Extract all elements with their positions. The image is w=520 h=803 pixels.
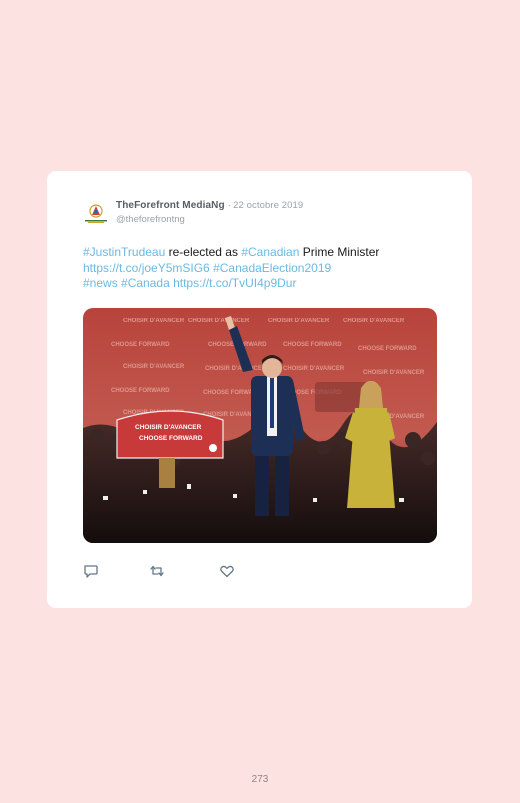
- page-number: 273: [251, 774, 269, 785]
- tweet-link[interactable]: https://t.co/joeY5mSIG6: [83, 261, 210, 275]
- backdrop-text: CHOISIR D'AVANCER: [205, 366, 267, 372]
- retweet-icon[interactable]: [149, 563, 165, 579]
- tweet-link[interactable]: #JustinTrudeau: [83, 245, 165, 259]
- separator-dot: ·: [227, 200, 232, 211]
- user-name-line: TheForefront MediaNg · 22 octobre 2019: [116, 200, 303, 211]
- podium-text-fr: CHOISIR D'AVANCER: [135, 424, 202, 431]
- user-handle[interactable]: @theforefrontng: [116, 214, 185, 225]
- tweet-line: #news #Canada https://t.co/TvUI4p9Dur: [83, 276, 443, 292]
- tweet-text: #JustinTrudeau re-elected as #Canadian P…: [83, 245, 443, 292]
- tweet-link[interactable]: #CanadaElection2019: [213, 261, 331, 275]
- tweet-date[interactable]: 22 octobre 2019: [233, 200, 303, 211]
- tweet-line: #JustinTrudeau re-elected as #Canadian P…: [83, 245, 443, 261]
- avatar[interactable]: [83, 202, 109, 224]
- backdrop-text: CHOISIR D'AVANCER: [268, 318, 330, 324]
- podium-text-en: CHOOSE FORWARD: [139, 435, 203, 442]
- reply-icon[interactable]: [83, 563, 99, 579]
- like-icon[interactable]: [219, 563, 235, 579]
- tweet-text-segment: Prime Minister: [299, 245, 380, 259]
- backdrop-text: CHOOSE FORWARD: [283, 342, 342, 348]
- backdrop-text: CHOISIR D'AVANCER: [123, 364, 185, 370]
- tweet-line: https://t.co/joeY5mSIG6 #CanadaElection2…: [83, 261, 443, 277]
- backdrop-text: CHOOSE FORWARD: [358, 346, 417, 352]
- tweet-link[interactable]: #Canada: [121, 276, 170, 290]
- backdrop-text: CHOISIR D'AVANCER: [343, 318, 405, 324]
- backdrop-text: CHOOSE FORWARD: [111, 388, 170, 394]
- tweet-link[interactable]: https://t.co/TvUI4p9Dur: [173, 276, 296, 290]
- backdrop-text: CHOISIR D'AVANCER: [363, 370, 425, 376]
- backdrop-text: CHOOSE FORWARD: [111, 342, 170, 348]
- tweet-link[interactable]: #news: [83, 276, 118, 290]
- backdrop-text: CHOISIR D'AVANCER: [283, 366, 345, 372]
- backdrop-text: CHOISIR D'AVANCER: [188, 318, 250, 324]
- tweet-card: TheForefront MediaNg · 22 octobre 2019 @th…: [47, 171, 472, 608]
- tweet-text-segment: re-elected as: [165, 245, 242, 259]
- backdrop-text: CHOISIR D'AVANCER: [123, 318, 185, 324]
- tweet-photo[interactable]: CHOISIR D'AVANCER CHOISIR D'AVANCER CHOI…: [83, 308, 437, 543]
- display-name[interactable]: TheForefront MediaNg: [116, 200, 225, 211]
- tweet-link[interactable]: #Canadian: [241, 245, 299, 259]
